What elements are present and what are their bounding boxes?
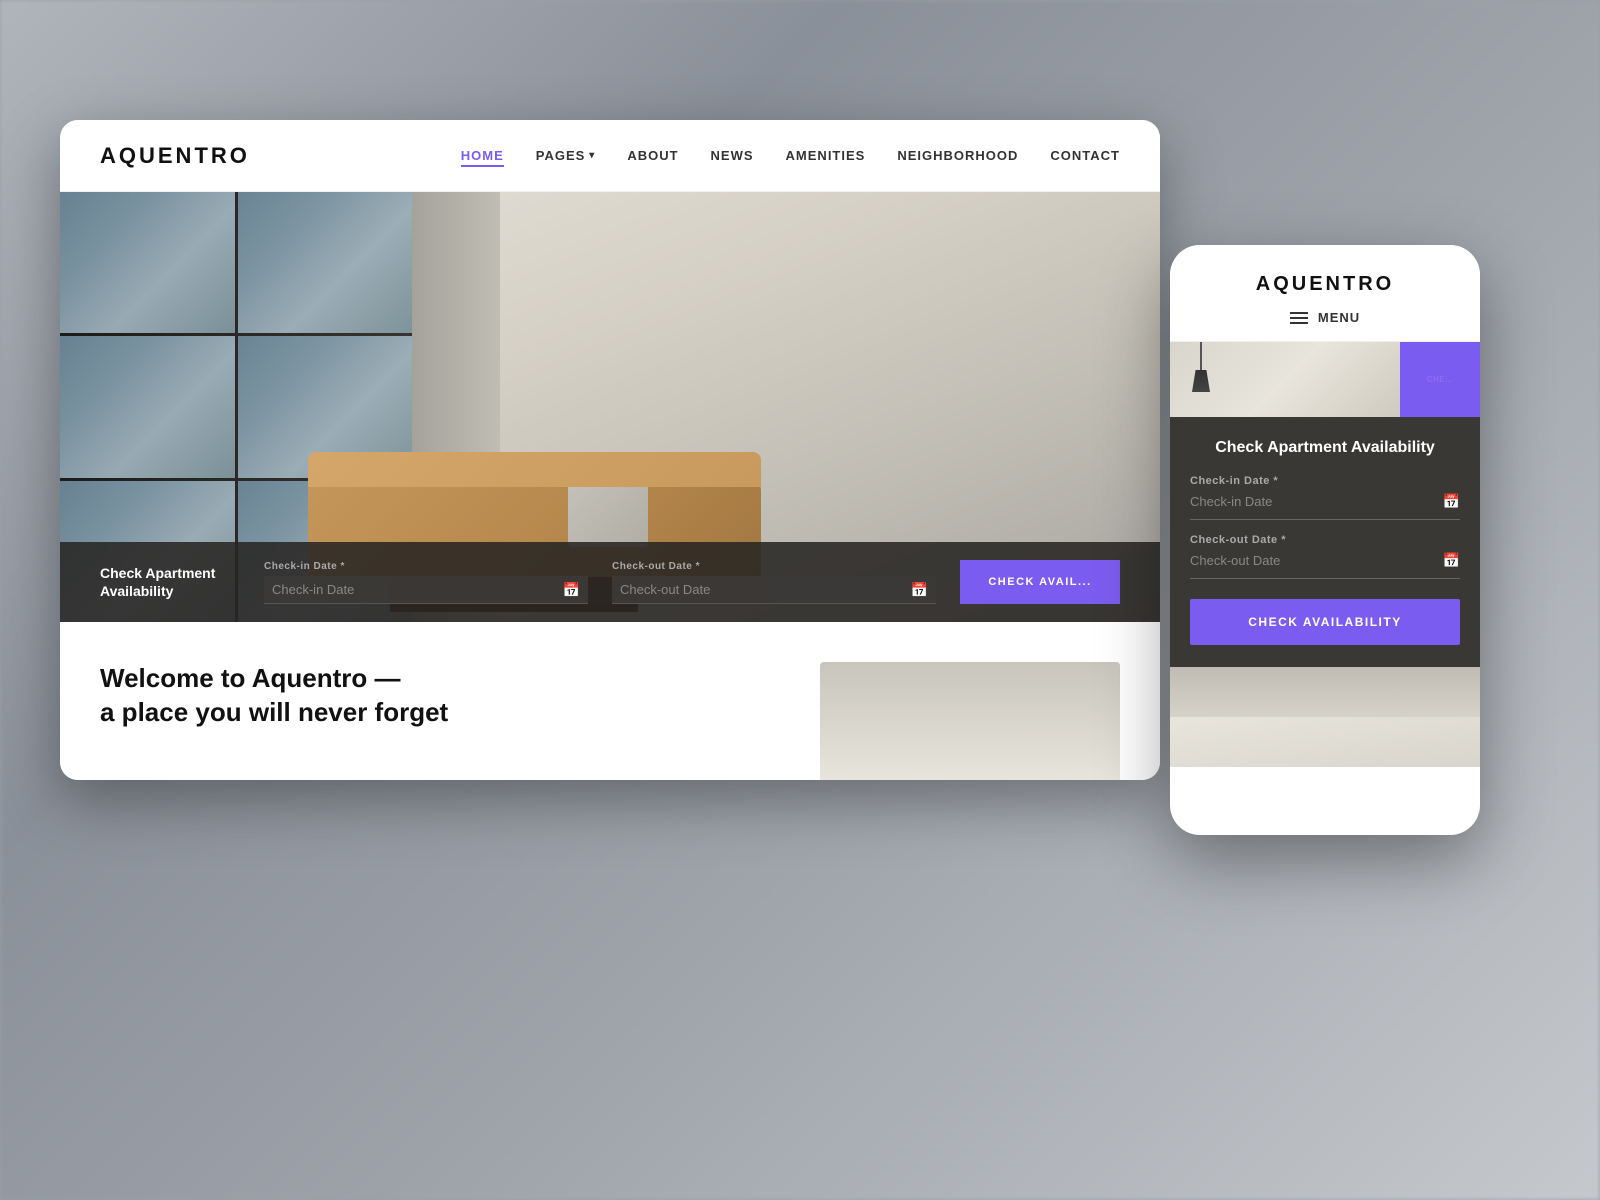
mobile-calendar-icon-2: 📅 (1443, 552, 1460, 569)
mobile-bottom-scene (1170, 667, 1480, 767)
nav-item-amenities[interactable]: AMENITIES (786, 147, 866, 165)
desktop-logo: AQUENTRO (100, 143, 250, 169)
mobile-calendar-icon: 📅 (1443, 493, 1460, 510)
checkout-input[interactable]: Check-out Date (612, 576, 936, 604)
nav-item-about[interactable]: ABOUT (627, 147, 678, 165)
mobile-menu-bar[interactable]: MENU (1190, 310, 1460, 325)
nav-item-contact[interactable]: CONTACT (1050, 147, 1120, 165)
checkin-input[interactable]: Check-in Date (264, 576, 588, 604)
mobile-header: AQUENTRO MENU (1170, 245, 1480, 342)
preview-image (820, 662, 1120, 780)
mobile-check-availability-button[interactable]: CHECK AVAILABILITY (1190, 599, 1460, 645)
mobile-checkout-field: Check-out Date * Check-out Date 📅 (1190, 534, 1460, 579)
mobile-checkout-input[interactable]: Check-out Date (1190, 553, 1280, 568)
hamburger-icon (1290, 312, 1308, 324)
nav-item-neighborhood[interactable]: NEIGHBORHOOD (897, 147, 1018, 165)
mobile-booking-panel: Check Apartment Availability Check-in Da… (1170, 417, 1480, 667)
mobile-hero-check-btn: CHE... (1400, 342, 1480, 417)
mobile-mockup: AQUENTRO MENU CHE... Check Apartment Ava… (1170, 245, 1480, 835)
desktop-booking-bar: Check Apartment Availability Check-in Da… (60, 542, 1160, 622)
blanket (568, 457, 648, 547)
checkin-field: Check-in Date * Check-in Date 📅 (264, 561, 588, 604)
mobile-booking-title: Check Apartment Availability (1190, 439, 1460, 457)
mobile-checkin-field: Check-in Date * Check-in Date 📅 (1190, 475, 1460, 520)
mobile-checkin-label: Check-in Date * (1190, 475, 1460, 487)
desktop-bottom-section: Welcome to Aquentro — a place you will n… (60, 622, 1160, 780)
booking-title: Check Apartment Availability (100, 564, 240, 600)
mobile-hero-strip: CHE... (1170, 342, 1480, 417)
calendar-icon: 📅 (563, 581, 580, 598)
checkout-input-wrap: Check-out Date 📅 (612, 576, 936, 604)
window-pane (238, 192, 413, 333)
desktop-check-availability-button[interactable]: CHECK AVAIL... (960, 560, 1120, 604)
window-pane (60, 192, 235, 333)
mobile-checkout-label: Check-out Date * (1190, 534, 1460, 546)
nav-item-home[interactable]: HOME (461, 147, 504, 165)
nav-item-news[interactable]: NEWS (711, 147, 754, 165)
desktop-hero: Check Apartment Availability Check-in Da… (60, 192, 1160, 622)
checkin-label: Check-in Date * (264, 561, 588, 572)
checkout-field: Check-out Date * Check-out Date 📅 (612, 561, 936, 604)
lamp-decoration (1200, 342, 1202, 392)
welcome-heading: Welcome to Aquentro — a place you will n… (100, 662, 780, 730)
mobile-checkin-input[interactable]: Check-in Date (1190, 494, 1272, 509)
mobile-checkout-wrap: Check-out Date 📅 (1190, 552, 1460, 579)
mobile-menu-label: MENU (1318, 310, 1360, 325)
desktop-nav-links: HOME PAGES ▾ ABOUT NEWS AMENITIES NEIGHB… (461, 147, 1120, 165)
desktop-navbar: AQUENTRO HOME PAGES ▾ ABOUT NEWS AMENITI… (60, 120, 1160, 192)
desktop-mockup: AQUENTRO HOME PAGES ▾ ABOUT NEWS AMENITI… (60, 120, 1160, 780)
mobile-checkin-wrap: Check-in Date 📅 (1190, 493, 1460, 520)
checkin-input-wrap: Check-in Date 📅 (264, 576, 588, 604)
welcome-section: Welcome to Aquentro — a place you will n… (100, 662, 780, 780)
calendar-icon-2: 📅 (911, 581, 928, 598)
mobile-logo: AQUENTRO (1190, 273, 1460, 296)
nav-item-pages[interactable]: PAGES ▾ (536, 148, 596, 163)
chevron-down-icon: ▾ (589, 150, 595, 161)
checkout-label: Check-out Date * (612, 561, 936, 572)
window-pane (60, 336, 235, 477)
